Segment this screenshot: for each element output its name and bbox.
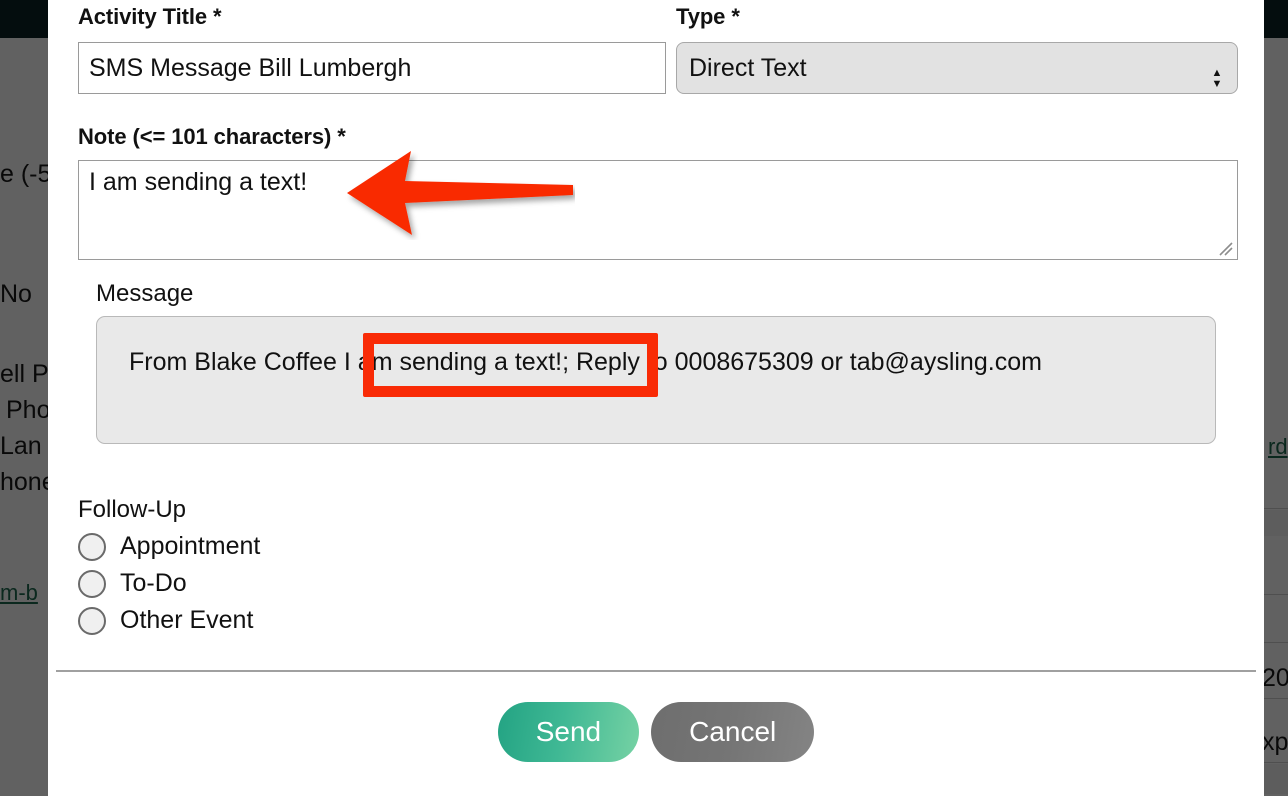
note-label: Note (<= 101 characters) * <box>78 124 346 149</box>
radio-label: Appointment <box>120 532 261 560</box>
activity-title-group: Activity Title * <box>78 4 666 94</box>
note-group: Note (<= 101 characters) * I am sending … <box>78 124 1238 260</box>
radio-option-to-do[interactable]: To-Do <box>78 569 260 598</box>
message-prefix: From Blake Coffee <box>129 348 344 376</box>
message-label: Message <box>96 280 194 307</box>
message-preview-box: From Blake Coffee I am sending a text!; … <box>96 316 1216 444</box>
type-select[interactable]: Direct Text <box>676 42 1238 94</box>
follow-up-label: Follow-Up <box>78 496 187 523</box>
radio-label: Other Event <box>120 606 254 634</box>
radio-option-appointment[interactable]: Appointment <box>78 532 260 561</box>
message-group: Message From Blake Coffee I am sending a… <box>96 280 1216 444</box>
type-group: Type * Direct Text ▲ ▼ <box>676 4 1238 94</box>
radio-circle-icon[interactable] <box>78 569 106 598</box>
radio-option-other-event[interactable]: Other Event <box>78 606 260 635</box>
radio-circle-icon[interactable] <box>78 606 106 635</box>
footer-divider <box>56 670 1256 672</box>
cancel-button[interactable]: Cancel <box>651 702 815 762</box>
type-select-wrap: Direct Text ▲ ▼ <box>676 42 1238 94</box>
message-highlighted-text: I am sending a text!; <box>343 348 570 376</box>
follow-up-group: Follow-Up Appointment To-Do Other Event <box>78 496 260 635</box>
screen: e (-5 No ell P Pho Lan hone 20 xp m-b rd… <box>0 0 1288 796</box>
sms-activity-modal: Activity Title * Type * Direct Text ▲ ▼ … <box>48 0 1264 796</box>
radio-circle-icon[interactable] <box>78 532 106 561</box>
note-textarea[interactable]: I am sending a text! <box>78 160 1238 260</box>
send-button[interactable]: Send <box>497 702 640 762</box>
footer-actions: Send Cancel <box>48 702 1264 762</box>
activity-title-input[interactable] <box>78 42 666 94</box>
radio-label: To-Do <box>120 569 187 597</box>
activity-title-label: Activity Title * <box>78 4 222 29</box>
type-label: Type * <box>676 4 740 29</box>
message-suffix: Reply to 0008675309 or tab@aysling.com <box>569 348 1042 376</box>
